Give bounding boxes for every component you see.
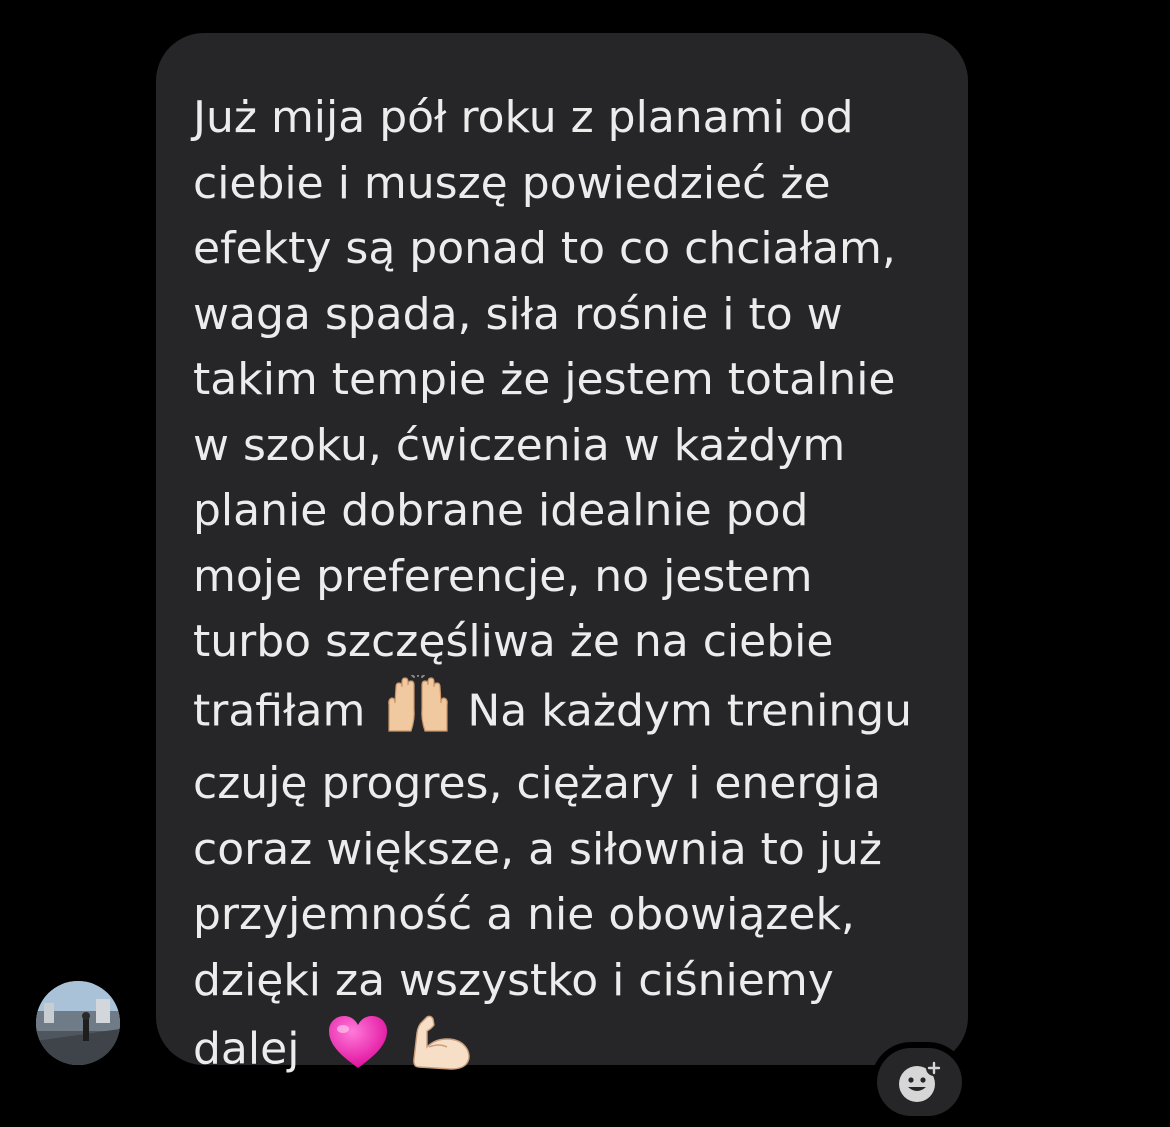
message-line: czuję progres, ciężary i energia [193,758,881,809]
message-line: w szoku, ćwiczenia w każdym [193,419,846,471]
message-line: planie dobrane idealnie pod [193,485,809,536]
message-line: ciebie i muszę powiedzieć że [193,157,831,209]
message-line: moje preferencje, no jestem [193,550,813,602]
message-text: dalej [193,1023,300,1075]
message-line: dzięki za wszystko i ciśniemy [193,954,834,1006]
user-avatar-icon [36,981,120,1065]
message-line: waga spada, siła rośnie i to w [193,288,843,340]
message-line: efekty są ponad to co chciałam, [193,223,896,274]
message-line-with-emoji: dalej [193,1013,938,1090]
raising-hands-emoji-icon [383,672,453,752]
message-line-with-emoji: trafiłam Na każdym treningu [193,672,938,752]
message-bubble[interactable]: Już mija pół roku z planami od ciebie i … [156,33,968,1074]
pink-heart-icon [327,1014,389,1089]
message-line: przyjemność a nie obowiązek, [193,889,855,940]
add-reaction-button[interactable] [877,1048,962,1116]
avatar[interactable] [36,981,120,1065]
message-text: Na każdym treningu [467,684,913,736]
add-reaction-icon [898,1060,942,1102]
message-line: Już mija pół roku z planami od [193,92,854,143]
message-line: turbo szczęśliwa że na ciebie [193,616,834,667]
message-line: takim tempie że jestem totalnie [193,354,896,405]
message-line: coraz większe, a siłownia to już [193,823,883,875]
flexed-biceps-icon [411,1013,471,1090]
message-text: trafiłam [193,684,366,736]
